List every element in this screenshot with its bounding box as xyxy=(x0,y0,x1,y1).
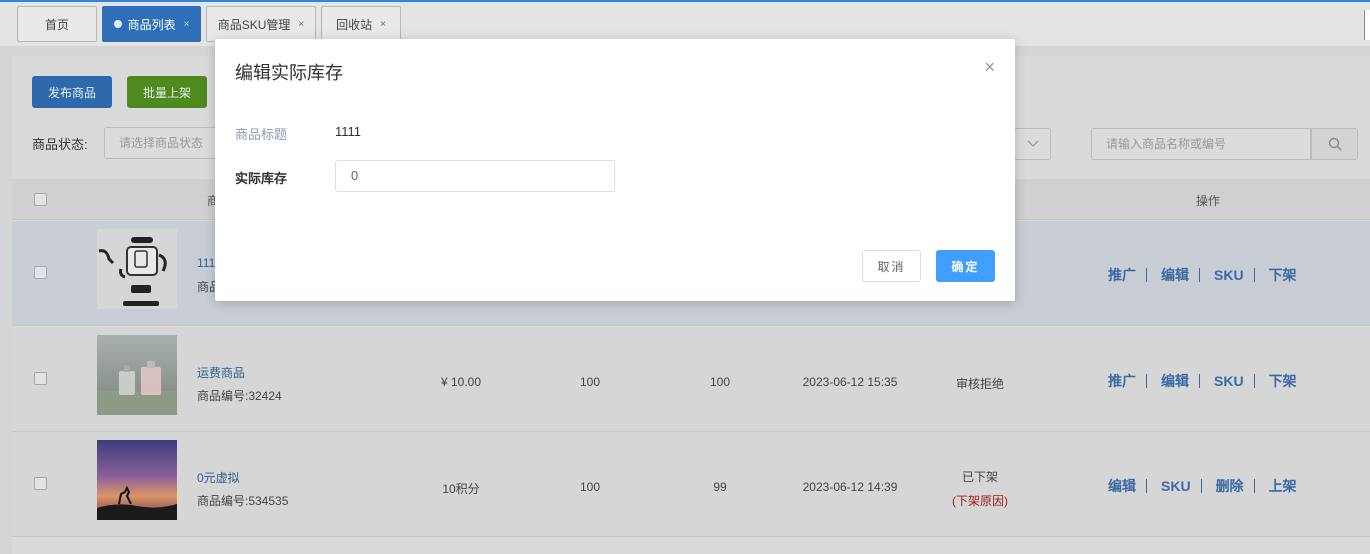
tab-label: 回收站 xyxy=(336,17,373,32)
delete-link[interactable]: 删除 xyxy=(1216,476,1244,496)
actual-stock-label: 实际库存 xyxy=(235,171,288,186)
sku-link[interactable]: SKU xyxy=(1214,373,1244,389)
stock-cell: 100 xyxy=(579,480,601,494)
status-cell: 已下架 xyxy=(961,470,998,484)
close-icon[interactable]: × xyxy=(380,19,386,30)
row-checkbox[interactable] xyxy=(34,477,47,490)
price-cell: 10积分 xyxy=(442,482,480,496)
select-all-checkbox[interactable] xyxy=(34,193,47,206)
scroll-edge xyxy=(1364,10,1370,40)
divider xyxy=(1199,268,1200,282)
product-thumbnail xyxy=(97,335,177,415)
confirm-button[interactable]: 确定 xyxy=(936,250,995,282)
sku-link[interactable]: SKU xyxy=(1214,267,1244,283)
actual-stock-input[interactable]: 0 xyxy=(335,160,615,192)
tab-recycle-bin[interactable]: 回收站 × xyxy=(321,6,401,42)
time-cell: 2023-06-12 14:39 xyxy=(802,480,898,494)
close-icon[interactable]: × xyxy=(298,19,304,30)
sku-link[interactable]: SKU xyxy=(1161,478,1191,494)
actual-stock-cell: 100 xyxy=(709,375,731,389)
shelve-link[interactable]: 上架 xyxy=(1269,476,1297,496)
search-input[interactable]: 请输入商品名称或编号 xyxy=(1091,128,1311,160)
table-row: 0元虚拟 商品编号:534535 10积分 100 99 2023-06-12 … xyxy=(12,432,1370,537)
product-code: 商品编号:32424 xyxy=(197,389,282,403)
actual-stock-cell: 99 xyxy=(713,480,727,494)
cancel-button[interactable]: 取消 xyxy=(862,250,921,282)
edit-link[interactable]: 编辑 xyxy=(1161,371,1189,391)
header-actions: 操作 xyxy=(1196,194,1221,208)
product-name[interactable]: 运费商品 xyxy=(197,364,245,381)
row-actions: 推广 编辑 SKU 下架 xyxy=(1108,265,1297,285)
promote-link[interactable]: 推广 xyxy=(1108,371,1136,391)
tab-product-list[interactable]: 商品列表 × xyxy=(102,6,201,42)
unshelve-reason-link[interactable]: (下架原因) xyxy=(940,492,1020,509)
product-code: 商品编号:534535 xyxy=(197,494,289,508)
product-thumbnail xyxy=(97,440,177,520)
divider xyxy=(1146,479,1147,493)
unshelve-link[interactable]: 下架 xyxy=(1269,265,1297,285)
divider xyxy=(1253,479,1255,493)
dialog-title: 编辑实际库存 xyxy=(235,63,343,83)
close-icon[interactable]: × xyxy=(184,19,190,30)
divider xyxy=(1253,268,1255,282)
table-row: 运费商品 商品编号:32424 ¥ 10.00 100 100 2023-06-… xyxy=(12,327,1370,432)
tab-sku-management[interactable]: 商品SKU管理 × xyxy=(206,6,316,42)
edit-link[interactable]: 编辑 xyxy=(1161,265,1189,285)
price-cell: ¥ 10.00 xyxy=(440,375,482,389)
chevron-down-icon xyxy=(1027,140,1038,147)
row-checkbox[interactable] xyxy=(34,266,47,279)
divider xyxy=(1199,374,1200,388)
tab-home[interactable]: 首页 xyxy=(17,6,97,42)
divider xyxy=(1146,268,1147,282)
divider xyxy=(1253,374,1255,388)
product-title-value: 1111 xyxy=(335,124,362,139)
promote-link[interactable]: 推广 xyxy=(1108,265,1136,285)
divider xyxy=(1200,479,1202,493)
stock-cell: 100 xyxy=(579,375,601,389)
row-actions: 推广 编辑 SKU 下架 xyxy=(1108,371,1297,391)
active-dot-icon xyxy=(113,20,122,28)
product-thumbnail xyxy=(97,229,177,309)
product-title-label: 商品标题 xyxy=(235,127,288,142)
row-actions: 编辑 SKU 删除 上架 xyxy=(1108,476,1297,496)
status-cell: 审核拒绝 xyxy=(955,377,1004,391)
tab-label: 商品列表 xyxy=(127,17,176,32)
unshelve-link[interactable]: 下架 xyxy=(1269,371,1297,391)
edit-link[interactable]: 编辑 xyxy=(1108,476,1136,496)
time-cell: 2023-06-12 15:35 xyxy=(802,375,898,389)
search-button[interactable] xyxy=(1311,128,1358,160)
search-icon xyxy=(1328,137,1341,151)
select-dropdown[interactable] xyxy=(1015,128,1051,160)
publish-button[interactable]: 发布商品 xyxy=(32,76,112,108)
tab-label: 商品SKU管理 xyxy=(217,17,291,32)
product-name[interactable]: 111 xyxy=(197,256,215,270)
close-icon[interactable]: × xyxy=(984,57,995,77)
status-filter-label: 商品状态: xyxy=(32,137,88,152)
product-name[interactable]: 0元虚拟 xyxy=(197,469,240,486)
batch-shelve-button[interactable]: 批量上架 xyxy=(127,76,207,108)
status-select[interactable]: 请选择商品状态 xyxy=(104,127,224,159)
edit-stock-dialog: 编辑实际库存 × 商品标题 1111 实际库存 0 取消 确定 xyxy=(215,39,1015,301)
tab-label: 首页 xyxy=(44,17,69,32)
divider xyxy=(1146,374,1147,388)
row-checkbox[interactable] xyxy=(34,372,47,385)
